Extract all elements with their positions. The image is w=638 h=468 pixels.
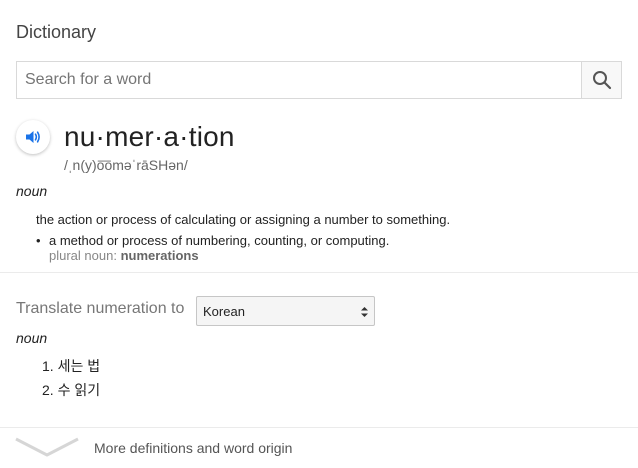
speaker-icon	[26, 131, 40, 143]
translation-item-1: 1. 세는 법	[42, 358, 101, 374]
language-select-value: Korean	[203, 303, 245, 319]
select-arrows-icon	[361, 307, 368, 317]
definition-2: • a method or process of numbering, count…	[36, 233, 389, 248]
plural-form: plural noun: numerations	[49, 248, 199, 263]
search-box	[16, 61, 622, 99]
translate-part-of-speech: noun	[16, 330, 48, 346]
search-input[interactable]	[17, 62, 581, 98]
part-of-speech: noun	[16, 183, 48, 199]
chevron-down-icon	[15, 437, 79, 457]
pronunciation-button[interactable]	[16, 120, 50, 154]
language-select[interactable]: Korean	[196, 296, 375, 326]
definition-2-text: a method or process of numbering, counti…	[49, 233, 390, 248]
plural-value: numerations	[120, 248, 199, 263]
search-button[interactable]	[581, 62, 621, 98]
headword: nu·mer·a·tion	[64, 121, 235, 152]
phonetic-spelling: /ˌn(y)o͞oməˈrāSHən/	[64, 157, 188, 173]
more-definitions-label: More definitions and word origin	[94, 440, 293, 456]
bullet-icon: •	[36, 233, 41, 248]
plural-label: plural noun:	[49, 248, 117, 263]
section-divider	[0, 272, 638, 273]
card-title: Dictionary	[16, 22, 97, 42]
more-definitions-button[interactable]: More definitions and word origin	[0, 428, 638, 468]
translation-item-2: 2. 수 읽기	[42, 382, 101, 398]
search-icon	[592, 71, 611, 90]
translate-label: Translate numeration to	[16, 300, 185, 317]
definition-1: the action or process of calculating or …	[36, 212, 451, 227]
